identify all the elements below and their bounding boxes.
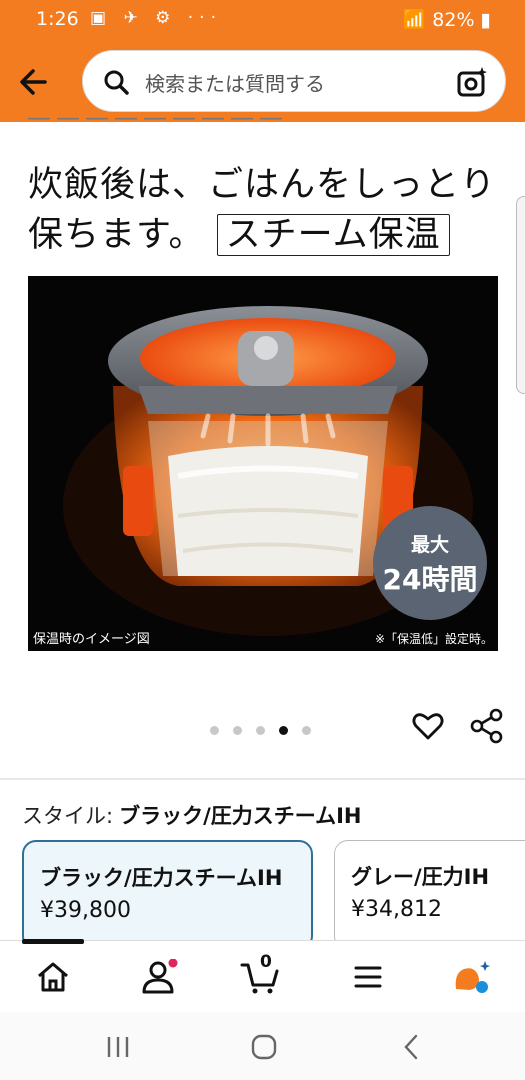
status-bar: 1:26 ▣ ✈ ⚙ ··· 📶 82% ▮ [0, 0, 525, 38]
carousel-dot[interactable] [210, 726, 219, 735]
page-scrollbar[interactable] [516, 196, 525, 394]
carousel-dot[interactable] [256, 726, 265, 735]
headline-boxed-label: スチーム保温 [216, 214, 450, 256]
cart-count: 0 [260, 952, 272, 972]
back-arrow-icon[interactable] [15, 62, 55, 102]
search-input[interactable]: 検索または質問する [145, 68, 325, 97]
heart-icon[interactable] [412, 710, 444, 742]
variant-price: ¥39,800 [40, 898, 131, 923]
style-label: スタイル: [22, 804, 114, 828]
cut-off-text: ― ― ― ― ― ― ― ― ― [28, 108, 282, 124]
carousel-dot[interactable] [302, 726, 311, 735]
home-button-icon[interactable] [249, 1032, 279, 1062]
variant-card-selected[interactable]: ブラック/圧力スチームIH ¥39,800 [22, 840, 313, 950]
search-bar[interactable]: 検索または質問する [82, 50, 506, 112]
headline-line2: 保ちます。 スチーム保温 [28, 210, 498, 260]
battery-level: 📶 82% ▮ [402, 9, 491, 31]
style-selector-row: スタイル: ブラック/圧力スチームIH [22, 800, 362, 830]
home-icon[interactable] [33, 959, 73, 995]
headline-line2-text: 保ちます。 [28, 215, 205, 255]
camera-search-icon[interactable] [455, 65, 489, 99]
variant-price: ¥34,812 [351, 897, 442, 922]
image-caption-left: 保温時のイメージ図 [33, 632, 150, 647]
variant-name: グレー/圧力IH [351, 865, 490, 889]
menu-icon[interactable] [348, 959, 388, 995]
recent-apps-icon[interactable] [103, 1032, 133, 1062]
carousel-dot-active[interactable] [279, 726, 288, 735]
share-icon[interactable] [470, 708, 504, 744]
section-divider [0, 778, 525, 780]
headline-line1: 炊飯後は、ごはんをしっとり [28, 165, 497, 205]
search-icon [104, 70, 129, 95]
variant-name: ブラック/圧力スチームIH [40, 866, 283, 890]
battery-percent: 82% [432, 9, 475, 31]
system-navigation-bar [0, 1012, 525, 1080]
rufus-assistant-icon[interactable] [452, 959, 492, 995]
max-hours-badge: 最大 24時間 [373, 506, 487, 620]
style-value: ブラック/圧力スチームIH [119, 804, 362, 828]
image-caption-right: ※「保温低」設定時。 [374, 632, 493, 646]
status-time: 1:26 [36, 8, 79, 30]
nav-active-indicator [22, 939, 84, 944]
variant-card[interactable]: グレー/圧力IH ¥34,812 [334, 840, 525, 950]
badge-top-text: 最大 [410, 534, 449, 556]
product-image[interactable]: 最大 24時間 保温時のイメージ図 ※「保温低」設定時。 [28, 276, 498, 651]
carousel-dot[interactable] [233, 726, 242, 735]
app-header: 1:26 ▣ ✈ ⚙ ··· 📶 82% ▮ 検索または質問する [0, 0, 525, 122]
account-icon[interactable] [138, 959, 178, 995]
page-headline: 炊飯後は、ごはんをしっとり 保ちます。 スチーム保温 [28, 160, 498, 260]
badge-main-text: 24時間 [382, 563, 478, 596]
carousel-dots [210, 720, 325, 735]
system-back-icon[interactable] [396, 1032, 426, 1062]
bottom-navigation: 0 [0, 939, 525, 1013]
notification-icons: ▣ ✈ ⚙ ··· [90, 8, 222, 28]
